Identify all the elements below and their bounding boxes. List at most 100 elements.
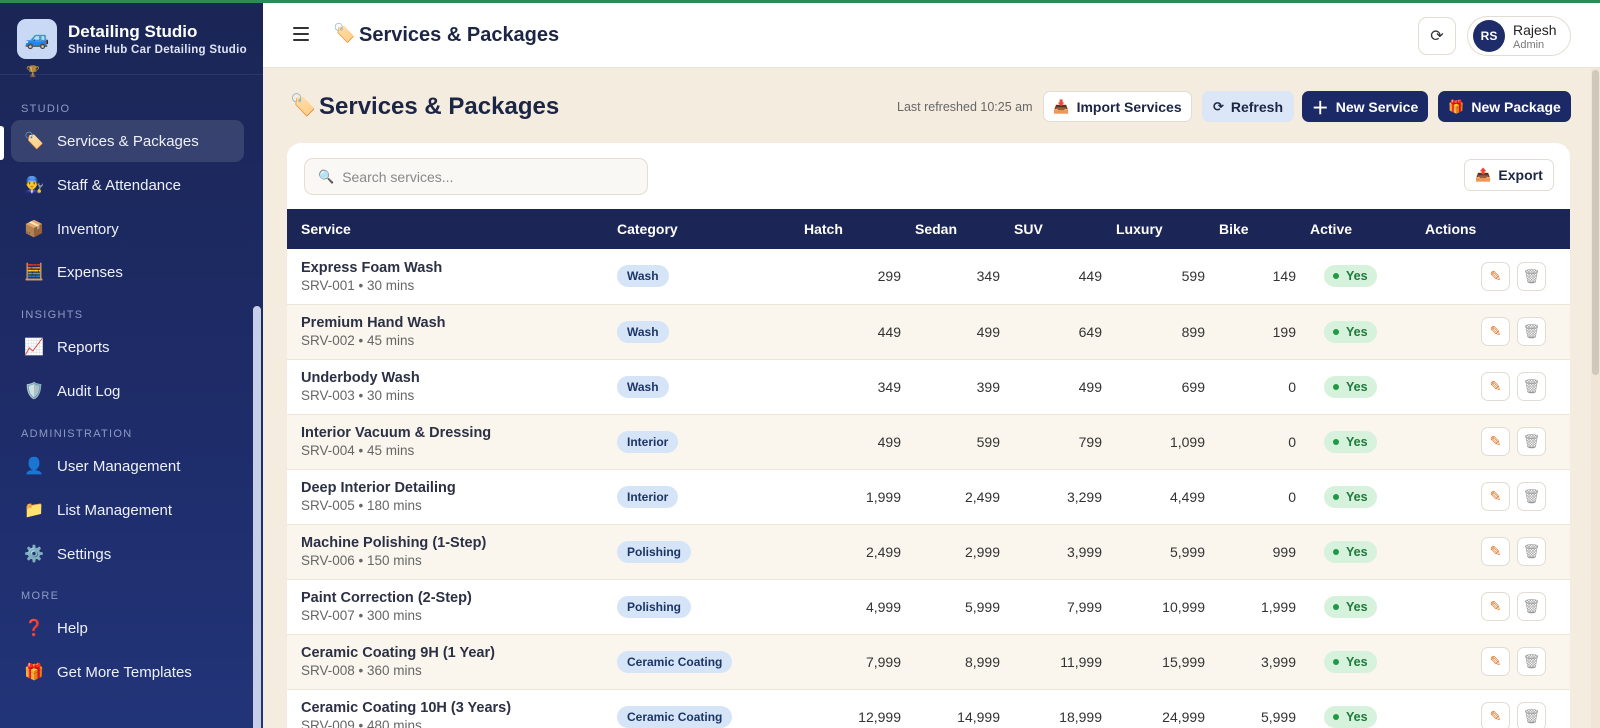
edit-button[interactable]: ✎ (1481, 372, 1510, 401)
sidebar-item-label: Help (57, 619, 88, 637)
column-header-bike[interactable]: Bike (1205, 209, 1296, 249)
sidebar-scrollbar[interactable] (253, 306, 261, 728)
header-refresh-button[interactable]: ⟳ (1418, 17, 1456, 55)
sidebar-item-inventory[interactable]: 📦 Inventory (11, 208, 244, 250)
delete-button[interactable]: 🗑 (1517, 372, 1546, 401)
edit-button[interactable]: ✎ (1481, 537, 1510, 566)
edit-button[interactable]: ✎ (1481, 647, 1510, 676)
table-row[interactable]: Express Foam Wash SRV-001 • 30 mins Wash… (287, 249, 1570, 304)
service-meta: SRV-001 • 30 mins (301, 277, 415, 293)
column-header-actions: Actions (1425, 221, 1477, 237)
edit-button[interactable]: ✎ (1481, 592, 1510, 621)
price-sedan: 599 (976, 433, 1000, 450)
table-row[interactable]: Underbody Wash SRV-003 • 30 mins Wash 34… (287, 359, 1570, 414)
sidebar-item-settings[interactable]: ⚙️ Settings (11, 533, 244, 575)
table-row[interactable]: Machine Polishing (1-Step) SRV-006 • 150… (287, 524, 1570, 579)
edit-button[interactable]: ✎ (1481, 261, 1510, 291)
price-luxury: 599 (1181, 268, 1205, 285)
column-header-sedan[interactable]: Sedan (901, 209, 1000, 249)
service-cell: Underbody Wash SRV-003 • 30 mins (287, 359, 604, 414)
user-role: Admin (1513, 38, 1545, 51)
pencil-icon: ✎ (1489, 653, 1502, 669)
services-card: 🔍 📤 Export Service Category Hatch Sedan … (287, 143, 1570, 728)
trash-icon: 🗑 (1522, 378, 1541, 394)
table-row[interactable]: Ceramic Coating 9H (1 Year) SRV-008 • 36… (287, 634, 1570, 689)
price-suv: 3,999 (1066, 543, 1102, 560)
actions-cell: ✎ 🗑 (1411, 249, 1570, 304)
price-suv: 649 (1078, 323, 1102, 340)
price-suv: 18,999 (1059, 708, 1102, 725)
section-administration: ADMINISTRATION (21, 428, 133, 440)
price-suv: 7,999 (1066, 598, 1102, 615)
price-bike: 0 (1288, 433, 1296, 450)
sidebar-item-help[interactable]: ❓ Help (11, 607, 244, 649)
category-cell: Polishing (604, 579, 804, 634)
delete-button[interactable]: 🗑 (1517, 702, 1546, 728)
page-scrollbar[interactable] (1592, 70, 1599, 375)
last-refreshed-text: Last refreshed 10:25 am (897, 100, 1033, 114)
sidebar-item-label: Settings (57, 545, 112, 563)
edit-button[interactable]: ✎ (1481, 427, 1510, 456)
search-box[interactable]: 🔍 (304, 158, 648, 195)
price-luxury: 5,999 (1169, 543, 1205, 560)
refresh-button[interactable]: ⟳ Refresh (1202, 91, 1294, 122)
sidebar-item-expenses[interactable]: 🧮 Expenses (11, 251, 244, 293)
sidebar-item-staff-attendance[interactable]: 👨‍🔧 Staff & Attendance (11, 164, 244, 206)
column-header-category[interactable]: Category (604, 209, 804, 249)
delete-button[interactable]: 🗑 (1517, 261, 1546, 291)
gift-icon: 🎁 (1448, 98, 1465, 114)
sidebar-item-audit-log[interactable]: 🛡️ Audit Log (11, 370, 244, 412)
service-meta: SRV-002 • 45 mins (301, 333, 415, 348)
category-badge: Interior (617, 485, 679, 508)
edit-button[interactable]: ✎ (1481, 482, 1510, 511)
new-package-button[interactable]: 🎁 New Package (1438, 91, 1571, 122)
sidebar-item-reports[interactable]: 📈 Reports (11, 326, 244, 368)
sidebar-item-get-more-templates[interactable]: 🎁 Get More Templates (11, 651, 244, 693)
sidebar-item-services-packages[interactable]: 🏷️ Services & Packages (11, 120, 244, 162)
sidebar-item-label: User Management (57, 457, 181, 475)
section-more: MORE (21, 590, 60, 602)
service-name: Interior Vacuum & Dressing (301, 425, 492, 441)
service-meta: SRV-004 • 45 mins (301, 443, 415, 458)
table-row[interactable]: Deep Interior Detailing SRV-005 • 180 mi… (287, 469, 1570, 524)
category-badge: Wash (617, 320, 669, 343)
status-badge: Yes (1324, 430, 1377, 453)
table-row[interactable]: Interior Vacuum & Dressing SRV-004 • 45 … (287, 414, 1570, 469)
edit-button[interactable]: ✎ (1481, 317, 1510, 346)
table-body: Express Foam Wash SRV-001 • 30 mins Wash… (287, 249, 1570, 728)
export-button[interactable]: 📤 Export (1464, 159, 1554, 191)
new-service-button[interactable]: ＋ New Service (1302, 91, 1428, 122)
search-input[interactable] (342, 168, 633, 185)
column-header-suv[interactable]: SUV (1000, 209, 1102, 249)
table-row[interactable]: Premium Hand Wash SRV-002 • 45 mins Wash… (287, 304, 1570, 359)
edit-button[interactable]: ✎ (1481, 702, 1510, 728)
price-sedan: 8,999 (964, 653, 1000, 670)
column-header-hatch[interactable]: Hatch (804, 209, 901, 249)
price-sedan: 14,999 (957, 708, 1000, 725)
menu-toggle-icon[interactable] (293, 27, 309, 41)
table-row[interactable]: Paint Correction (2-Step) SRV-007 • 300 … (287, 579, 1570, 634)
actions-cell: ✎ 🗑 (1411, 634, 1570, 689)
delete-button[interactable]: 🗑 (1517, 647, 1546, 676)
column-header-active[interactable]: Active (1296, 209, 1411, 249)
sidebar-item-user-management[interactable]: 👤 User Management (11, 445, 244, 487)
price-luxury: 10,999 (1162, 598, 1205, 615)
active-cell: Yes (1296, 579, 1411, 634)
import-services-button[interactable]: 📥 Import Services (1043, 91, 1192, 122)
delete-button[interactable]: 🗑 (1517, 427, 1546, 456)
column-header-service[interactable]: Service (287, 209, 604, 249)
delete-button[interactable]: 🗑 (1517, 317, 1546, 346)
category-badge: Wash (617, 265, 669, 288)
column-header-luxury[interactable]: Luxury (1102, 209, 1205, 249)
top-accent-line (0, 0, 1600, 3)
service-cell: Paint Correction (2-Step) SRV-007 • 300 … (287, 579, 604, 634)
delete-button[interactable]: 🗑 (1517, 537, 1546, 566)
price-hatch: 349 (877, 378, 901, 395)
price-hatch: 7,999 (865, 653, 901, 670)
user-menu[interactable]: RS Rajesh Admin (1467, 16, 1571, 56)
sidebar-item-list-management[interactable]: 📁 List Management (11, 489, 244, 531)
service-cell: Premium Hand Wash SRV-002 • 45 mins (287, 304, 604, 359)
delete-button[interactable]: 🗑 (1517, 592, 1546, 621)
table-row[interactable]: Ceramic Coating 10H (3 Years) SRV-009 • … (287, 689, 1570, 728)
delete-button[interactable]: 🗑 (1517, 482, 1546, 511)
